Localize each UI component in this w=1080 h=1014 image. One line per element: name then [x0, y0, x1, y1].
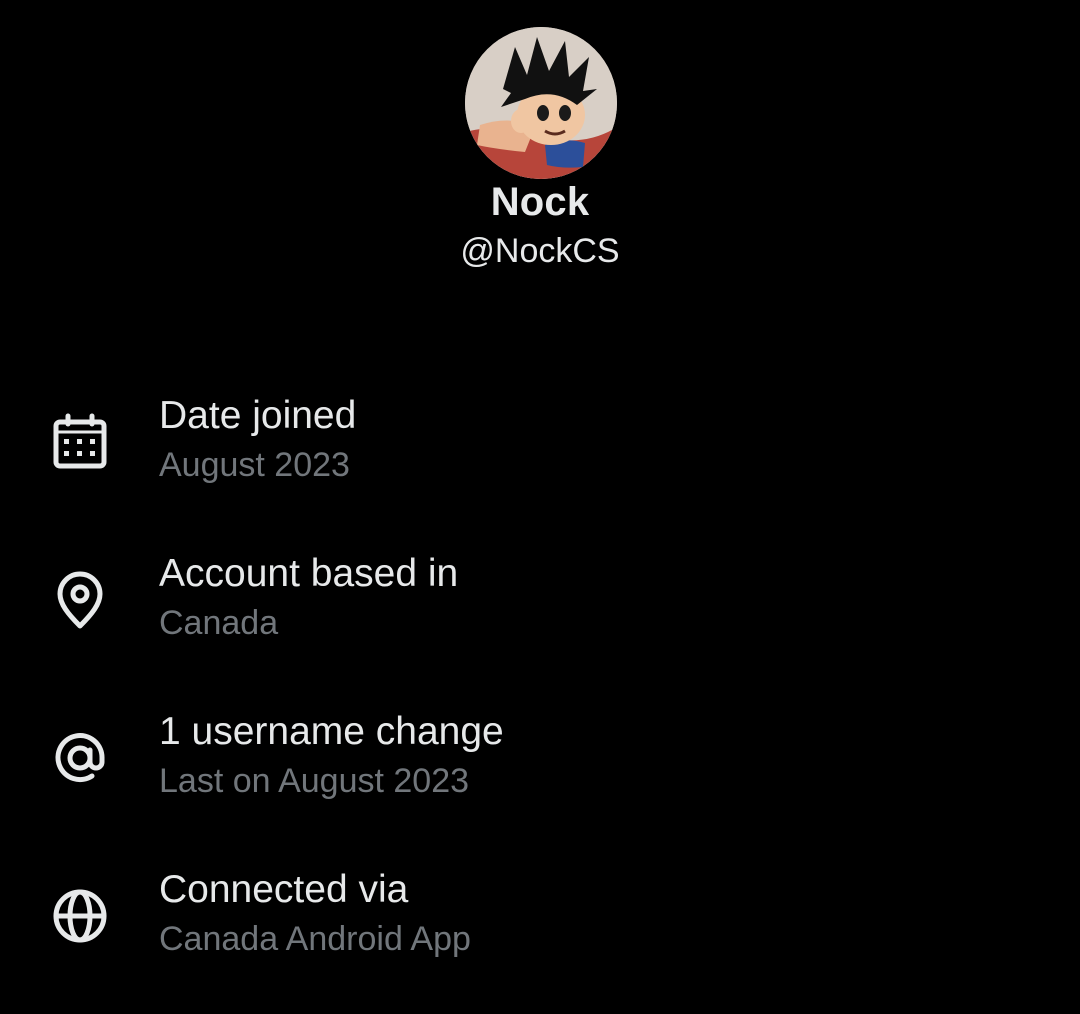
- info-value: August 2023: [159, 446, 350, 484]
- info-title: Account based in: [159, 552, 459, 595]
- info-row-date-joined: Date joined August 2023: [0, 380, 1080, 500]
- info-value: Last on August 2023: [159, 762, 470, 800]
- location-pin-icon: [48, 568, 112, 632]
- info-row-username-changes: 1 username change Last on August 2023: [0, 696, 1080, 816]
- avatar[interactable]: [465, 27, 617, 179]
- profile-header: Nock @NockCS: [0, 0, 1080, 300]
- at-sign-icon: [48, 726, 112, 790]
- avatar-image: [465, 27, 617, 179]
- info-value: Canada: [159, 604, 279, 642]
- info-row-connected-via: Connected via Canada Android App: [0, 854, 1080, 974]
- info-row-account-location: Account based in Canada: [0, 538, 1080, 658]
- display-name: Nock: [490, 180, 590, 224]
- info-title: Date joined: [159, 394, 357, 437]
- calendar-icon: [48, 410, 112, 474]
- username-handle: @NockCS: [460, 232, 620, 270]
- info-title: 1 username change: [159, 710, 504, 753]
- info-title: Connected via: [159, 868, 409, 911]
- info-value: Canada Android App: [159, 920, 471, 958]
- globe-icon: [48, 884, 112, 948]
